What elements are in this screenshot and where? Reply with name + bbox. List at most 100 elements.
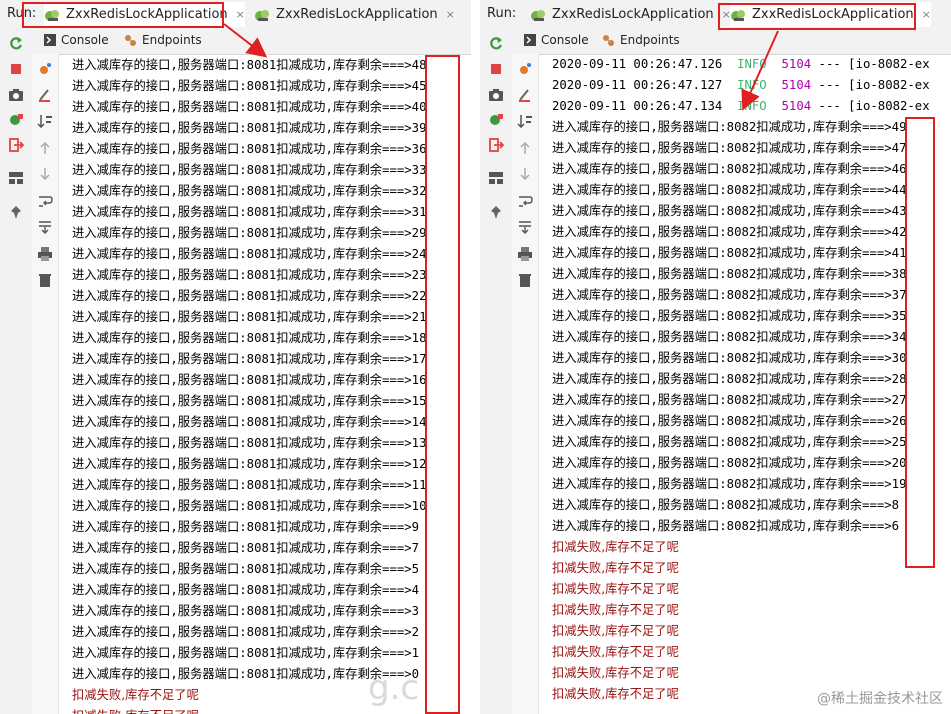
log-line-timestamped: 2020-09-11 00:26:47.127 INFO 5104 --- [i…: [552, 75, 930, 95]
log-line: 进入减库存的接口,服务器端口:8081扣减成功,库存剩余===>4: [72, 583, 420, 597]
soft-wrap-icon[interactable]: [36, 192, 54, 210]
tab-endpoints[interactable]: Endpoints: [124, 33, 202, 47]
rerun-icon[interactable]: [7, 35, 25, 53]
debug-icon[interactable]: [7, 111, 25, 129]
log-line: 进入减库存的接口,服务器端口:8082扣减成功,库存剩余===>43: [552, 204, 907, 218]
close-icon[interactable]: ×: [922, 8, 931, 21]
run-toolbar: [480, 29, 513, 714]
log-line: 进入减库存的接口,服务器端口:8081扣减成功,库存剩余===>3: [72, 604, 420, 618]
debug-bug-icon[interactable]: [516, 60, 534, 78]
log-line: 进入减库存的接口,服务器端口:8081扣减成功,库存剩余===>29: [72, 226, 427, 240]
log-ts: 2020-09-11 00:26:47.127: [552, 78, 723, 92]
log-line: 进入减库存的接口,服务器端口:8081扣减成功,库存剩余===>11: [72, 478, 427, 492]
trash-icon[interactable]: [516, 271, 534, 289]
log-ts: 2020-09-11 00:26:47.134: [552, 99, 723, 113]
log-line: 进入减库存的接口,服务器端口:8081扣减成功,库存剩余===>40: [72, 100, 427, 114]
pin-icon[interactable]: [487, 204, 505, 222]
log-line-timestamped: 2020-09-11 00:26:47.126 INFO 5104 --- [i…: [552, 54, 930, 74]
sort-icon[interactable]: [516, 112, 534, 130]
up-arrow-icon[interactable]: [516, 139, 534, 157]
log-level: INFO: [737, 57, 767, 71]
print-icon[interactable]: [36, 245, 54, 263]
log-rest: --- [io-8082-ex: [811, 78, 930, 92]
spring-boot-icon: [255, 9, 269, 21]
tab-endpoints-label: Endpoints: [142, 33, 202, 47]
error-line: 扣减失败,库存不足了呢: [552, 582, 679, 596]
camera-icon[interactable]: [7, 86, 25, 104]
scroll-to-end-icon[interactable]: [516, 218, 534, 236]
log-line: 进入减库存的接口,服务器端口:8081扣减成功,库存剩余===>31: [72, 205, 427, 219]
error-line: 扣减失败,库存不足了呢: [552, 603, 679, 617]
down-arrow-icon[interactable]: [516, 165, 534, 183]
log-line: 进入减库存的接口,服务器端口:8081扣减成功,库存剩余===>9: [72, 520, 420, 534]
console-output[interactable]: 进入减库存的接口,服务器端口:8081扣减成功,库存剩余===>48 进入减库存的…: [66, 54, 471, 714]
soft-wrap-icon[interactable]: [516, 192, 534, 210]
console-subtabs: Console Endpoints: [32, 29, 471, 55]
close-icon[interactable]: ×: [236, 8, 245, 21]
sort-icon[interactable]: [36, 112, 54, 130]
error-line: 扣减失败,库存不足了呢: [552, 624, 679, 638]
log-line: 进入减库存的接口,服务器端口:8081扣减成功,库存剩余===>7: [72, 541, 420, 555]
log-line: 进入减库存的接口,服务器端口:8081扣减成功,库存剩余===>32: [72, 184, 427, 198]
run-label: Run:: [487, 6, 517, 21]
console-subtabs: Console Endpoints: [512, 29, 951, 55]
log-line: 进入减库存的接口,服务器端口:8082扣减成功,库存剩余===>28: [552, 372, 907, 386]
log-line: 进入减库存的接口,服务器端口:8081扣减成功,库存剩余===>18: [72, 331, 427, 345]
log-line: 进入减库存的接口,服务器端口:8082扣减成功,库存剩余===>27: [552, 393, 907, 407]
highlight-box-left-tab: [22, 2, 224, 28]
run-toolbar: [0, 29, 33, 714]
console-toolbar: [32, 54, 59, 714]
close-icon[interactable]: ×: [446, 8, 455, 21]
stop-icon[interactable]: [7, 60, 25, 78]
log-line: 进入减库存的接口,服务器端口:8082扣减成功,库存剩余===>35: [552, 309, 907, 323]
panel-divider: [471, 0, 480, 714]
camera-icon[interactable]: [487, 86, 505, 104]
run-tab-app-2[interactable]: ZxxRedisLockApplication ×: [254, 2, 455, 27]
run-tab-label: ZxxRedisLockApplication: [552, 7, 714, 22]
rerun-icon[interactable]: [487, 35, 505, 53]
trash-icon[interactable]: [36, 271, 54, 289]
exit-icon[interactable]: [487, 136, 505, 154]
spring-boot-icon: [531, 9, 545, 21]
clear-all-icon[interactable]: [36, 86, 54, 104]
down-arrow-icon[interactable]: [36, 165, 54, 183]
error-line: 扣减失败,库存不足了呢: [72, 688, 199, 702]
tab-console[interactable]: Console: [44, 33, 109, 47]
tab-endpoints[interactable]: Endpoints: [602, 33, 680, 47]
log-line: 进入减库存的接口,服务器端口:8082扣减成功,库存剩余===>37: [552, 288, 907, 302]
log-pid: 5104: [781, 78, 812, 92]
tab-console[interactable]: Console: [524, 33, 589, 47]
log-line: 进入减库存的接口,服务器端口:8081扣减成功,库存剩余===>48: [72, 58, 427, 72]
layout-icon[interactable]: [487, 169, 505, 187]
log-line: 进入减库存的接口,服务器端口:8081扣减成功,库存剩余===>22: [72, 289, 427, 303]
scroll-to-end-icon[interactable]: [36, 218, 54, 236]
exit-icon[interactable]: [7, 136, 25, 154]
log-rest: --- [io-8082-ex: [811, 99, 930, 113]
log-line: 进入减库存的接口,服务器端口:8081扣减成功,库存剩余===>45: [72, 79, 427, 93]
right-run-panel: Run: ZxxRedisLockApplication × ZxxRedisL…: [480, 0, 951, 714]
debug-bug-icon[interactable]: [36, 60, 54, 78]
console-output[interactable]: 2020-09-11 00:26:47.126 INFO 5104 --- [i…: [546, 54, 951, 714]
log-line: 进入减库存的接口,服务器端口:8081扣减成功,库存剩余===>39: [72, 121, 427, 135]
log-line-timestamped: 2020-09-11 00:26:47.134 INFO 5104 --- [i…: [552, 96, 930, 116]
log-line: 进入减库存的接口,服务器端口:8081扣减成功,库存剩余===>1: [72, 646, 420, 660]
pin-icon[interactable]: [7, 204, 25, 222]
print-icon[interactable]: [516, 245, 534, 263]
log-line: 进入减库存的接口,服务器端口:8082扣减成功,库存剩余===>44: [552, 183, 907, 197]
highlight-box-right-values: [905, 117, 935, 568]
layout-icon[interactable]: [7, 169, 25, 187]
error-line: 扣减失败,库存不足了呢: [552, 666, 679, 680]
run-tab-app-1[interactable]: ZxxRedisLockApplication ×: [530, 2, 731, 27]
log-line: 进入减库存的接口,服务器端口:8081扣减成功,库存剩余===>23: [72, 268, 427, 282]
up-arrow-icon[interactable]: [36, 139, 54, 157]
log-ts: 2020-09-11 00:26:47.126: [552, 57, 723, 71]
error-line: 扣减失败,库存不足了呢: [552, 540, 679, 554]
debug-icon[interactable]: [487, 111, 505, 129]
clear-all-icon[interactable]: [516, 86, 534, 104]
log-line: 进入减库存的接口,服务器端口:8081扣减成功,库存剩余===>12: [72, 457, 427, 471]
error-line: 扣减失败,库存不足了呢: [552, 645, 679, 659]
log-line: 进入减库存的接口,服务器端口:8082扣减成功,库存剩余===>8: [552, 498, 900, 512]
log-line: 进入减库存的接口,服务器端口:8082扣减成功,库存剩余===>47: [552, 141, 907, 155]
highlight-box-right-tab: [718, 3, 916, 30]
stop-icon[interactable]: [487, 60, 505, 78]
